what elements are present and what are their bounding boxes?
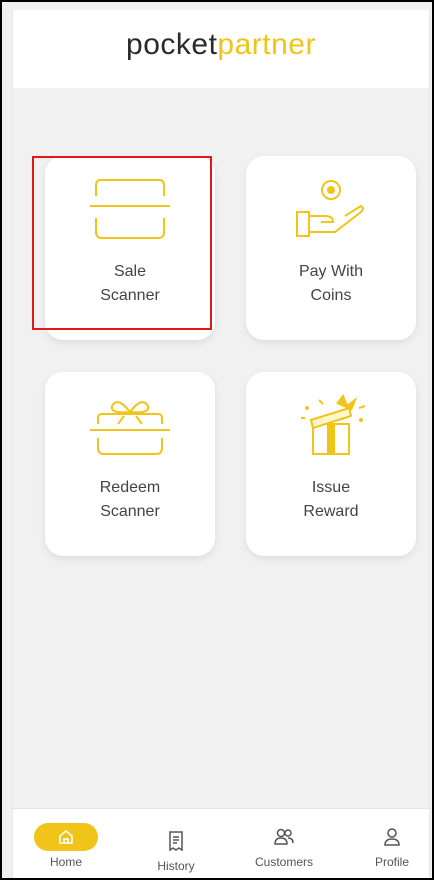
logo-text-partner: partner: [217, 28, 316, 61]
hand-coin-icon: [296, 180, 364, 237]
main-content: Sale Scanner Pay With Coins Redeem Scann…: [12, 88, 430, 808]
app-header: pocketpartner: [12, 10, 430, 88]
profile-icon: [384, 828, 400, 846]
tab-profile[interactable]: Profile: [347, 823, 432, 869]
gift-scanner-icon: [90, 401, 170, 455]
sale-scanner-card[interactable]: Sale Scanner: [45, 156, 215, 340]
tab-customers[interactable]: Customers: [239, 823, 329, 869]
tab-home-active-pill: [34, 823, 98, 851]
gift-box-icon: [301, 394, 366, 455]
tab-label-customers: Customers: [254, 855, 313, 869]
scanner-icon: [90, 179, 170, 239]
redeem-scanner-card[interactable]: Redeem Scanner: [45, 372, 215, 556]
card-label-redeem-scanner: Redeem Scanner: [99, 479, 161, 520]
app-logo: pocketpartner: [13, 28, 429, 62]
card-label-issue-reward: Issue Reward: [303, 479, 359, 520]
home-icon: [59, 829, 73, 844]
tab-label-profile: Profile: [374, 855, 409, 869]
card-label-pay-with-coins: Pay With Coins: [298, 263, 363, 304]
logo-text-pocket: pocket: [126, 28, 218, 61]
card-label-sale-scanner: Sale Scanner: [100, 263, 160, 304]
bottom-tab-bar: Home History Customers Profile: [12, 808, 430, 878]
tab-home[interactable]: Home: [21, 823, 111, 869]
tab-label-history: History: [157, 859, 195, 873]
issue-reward-card[interactable]: Issue Reward: [246, 372, 416, 556]
customers-icon: [274, 828, 294, 845]
pay-with-coins-card[interactable]: Pay With Coins: [246, 156, 416, 340]
history-icon: [169, 831, 183, 852]
tab-label-home: Home: [49, 855, 82, 869]
tab-history[interactable]: History: [131, 827, 221, 873]
app-frame: pocketpartner Sale Scanner Pay With Coin…: [0, 0, 434, 880]
